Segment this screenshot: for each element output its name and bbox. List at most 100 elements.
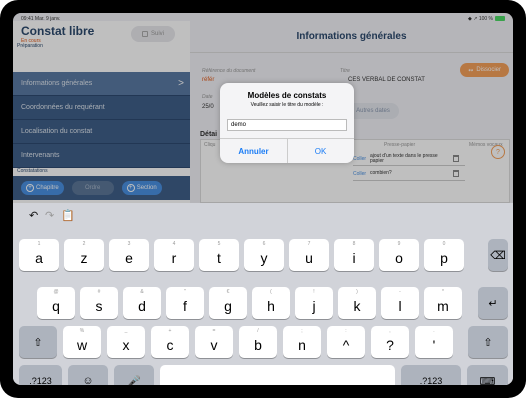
key-hint: ) (356, 289, 358, 295)
key-row2-2[interactable]: & d (123, 287, 161, 319)
key-hint: @ (53, 289, 59, 295)
model-title-dialog: Modèles de constats Veuillez saisir le t… (220, 83, 354, 163)
dialog-title: Modèles de constats (247, 91, 327, 100)
key-row2-6[interactable]: ! j (295, 287, 333, 319)
key-hint: 2 (82, 241, 86, 247)
key-char: ^ (342, 337, 350, 353)
key-hint: = (212, 328, 216, 334)
paste-icon[interactable]: 📋 (61, 209, 75, 222)
key-row2-3[interactable]: " f (166, 287, 204, 319)
key-row2-9[interactable]: * m (424, 287, 462, 319)
key-char: e (125, 250, 133, 266)
key-hint: ( (270, 289, 272, 295)
key-row1-0[interactable]: 1a (19, 239, 59, 271)
key-row1-7[interactable]: 8i (334, 239, 374, 271)
key-hint: 1 (37, 241, 41, 247)
key-char: c (166, 337, 174, 353)
key-row3-8[interactable]: . ' (415, 326, 453, 358)
key-row2-1[interactable]: # s (80, 287, 118, 319)
key-char: b (254, 337, 262, 353)
return-key[interactable]: ↵ (478, 287, 508, 319)
key-row1-8[interactable]: 9o (379, 239, 419, 271)
key-row3-5[interactable]: ; n (283, 326, 321, 358)
key-char: f (183, 298, 187, 314)
key-char: o (395, 250, 403, 266)
key-row3-6[interactable]: : ^ (327, 326, 365, 358)
key-hint: 3 (127, 241, 131, 247)
key-hint: * (442, 289, 444, 295)
shift-left-key[interactable]: ⇧ (19, 326, 57, 358)
key-hint: - (399, 289, 401, 295)
key-hint: # (97, 289, 101, 295)
dialog-message: Veuillez saisir le titre du modèle : (250, 102, 324, 108)
key-char: x (122, 337, 130, 353)
numbers-key-left[interactable]: .?123 (19, 365, 62, 385)
model-title-input[interactable]: demo (227, 119, 347, 131)
key-hint: 5 (217, 241, 221, 247)
key-char: g (224, 298, 232, 314)
key-hint: & (140, 289, 144, 295)
microphone-icon[interactable]: 🎤 (114, 365, 154, 385)
key-row2-7[interactable]: ) k (338, 287, 376, 319)
key-row1-1[interactable]: 2z (64, 239, 104, 271)
key-hint: ! (313, 289, 315, 295)
key-char: d (138, 298, 146, 314)
key-hint: 8 (352, 241, 356, 247)
key-hint: 7 (307, 241, 311, 247)
undo-icon[interactable]: ↶ (29, 209, 38, 222)
key-row1-3[interactable]: 4r (154, 239, 194, 271)
ok-button[interactable]: OK (287, 139, 354, 163)
key-row3-4[interactable]: / b (239, 326, 277, 358)
key-char: j (312, 298, 316, 314)
key-char: m (437, 298, 449, 314)
key-row3-0[interactable]: % w (63, 326, 101, 358)
key-row3-3[interactable]: = v (195, 326, 233, 358)
key-char: s (95, 298, 103, 314)
key-row2-8[interactable]: -l (381, 287, 419, 319)
key-row3-1[interactable]: _ x (107, 326, 145, 358)
key-hint: " (184, 289, 186, 295)
key-row2-4[interactable]: € g (209, 287, 247, 319)
keyboard-toolbar: ↶ ↷ 📋 (13, 203, 513, 227)
key-row2-0[interactable]: @ q (37, 287, 75, 319)
key-row1-2[interactable]: 3e (109, 239, 149, 271)
key-hint: , (389, 328, 391, 334)
key-hint: 4 (172, 241, 176, 247)
key-row1-4[interactable]: 5t (199, 239, 239, 271)
key-hint: : (345, 328, 347, 334)
key-row3-2[interactable]: + c (151, 326, 189, 358)
key-hint: / (257, 328, 259, 334)
key-row1-6[interactable]: 7u (289, 239, 329, 271)
key-char: ' (432, 337, 436, 353)
backspace-key[interactable]: ⌫ (488, 239, 508, 271)
redo-icon[interactable]: ↷ (45, 209, 54, 222)
key-char: z (80, 250, 88, 266)
keyboard-dismiss-icon[interactable]: ⌨ (467, 365, 508, 385)
cancel-button[interactable]: Annuler (220, 139, 287, 163)
key-char: w (76, 337, 88, 353)
key-char: a (35, 250, 43, 266)
key-char: l (398, 298, 402, 314)
key-char: u (305, 250, 313, 266)
space-key[interactable] (160, 365, 395, 385)
key-row2-5[interactable]: (h (252, 287, 290, 319)
key-hint: 9 (397, 241, 401, 247)
screen: 09:41 Mar. 9 janv. ◆ ↗ 100 % Constat lib… (13, 13, 513, 385)
key-char: v (210, 337, 218, 353)
key-row1-9[interactable]: 0p (424, 239, 464, 271)
shift-right-key[interactable]: ⇧ (468, 326, 508, 358)
key-char: p (440, 250, 448, 266)
ipad-frame: 09:41 Mar. 9 janv. ◆ ↗ 100 % Constat lib… (0, 0, 526, 398)
key-char: ? (386, 337, 394, 353)
numbers-key-right[interactable]: .?123 (401, 365, 461, 385)
key-char: k (353, 298, 361, 314)
key-row3-7[interactable]: ,? (371, 326, 409, 358)
key-row1-5[interactable]: 6y (244, 239, 284, 271)
emoji-icon[interactable]: ☺ (68, 365, 108, 385)
key-hint: _ (124, 328, 128, 334)
key-char: n (298, 337, 306, 353)
key-hint: + (168, 328, 172, 334)
key-hint: ; (301, 328, 303, 334)
key-char: y (260, 250, 268, 266)
key-hint: . (433, 328, 435, 334)
